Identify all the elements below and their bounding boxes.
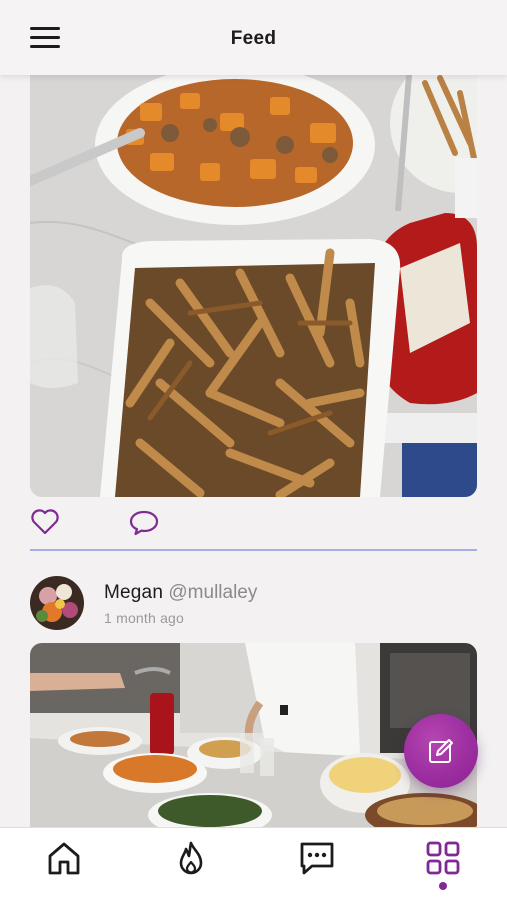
app-header: Feed	[0, 0, 507, 75]
avatar[interactable]	[30, 576, 84, 630]
bottom-nav	[0, 827, 507, 900]
chat-icon[interactable]	[298, 840, 336, 881]
heart-icon[interactable]	[30, 507, 60, 542]
grid-icon[interactable]	[425, 840, 461, 881]
author-name[interactable]: Megan	[104, 582, 163, 603]
compose-icon	[429, 739, 453, 763]
author-line: Megan @mullaley	[104, 582, 257, 604]
flame-icon[interactable]	[173, 840, 209, 881]
post-divider	[30, 549, 477, 551]
home-icon[interactable]	[46, 840, 82, 881]
page-title: Feed	[230, 28, 277, 49]
post-header: Megan @mullaley 1 month ago	[30, 575, 477, 631]
post-actions	[30, 507, 477, 541]
post-image[interactable]	[30, 75, 477, 497]
active-indicator	[439, 882, 447, 890]
post-timestamp: 1 month ago	[104, 610, 185, 626]
comment-icon[interactable]	[128, 507, 160, 542]
author-handle[interactable]: @mullaley	[168, 582, 257, 603]
compose-button[interactable]	[404, 714, 478, 788]
